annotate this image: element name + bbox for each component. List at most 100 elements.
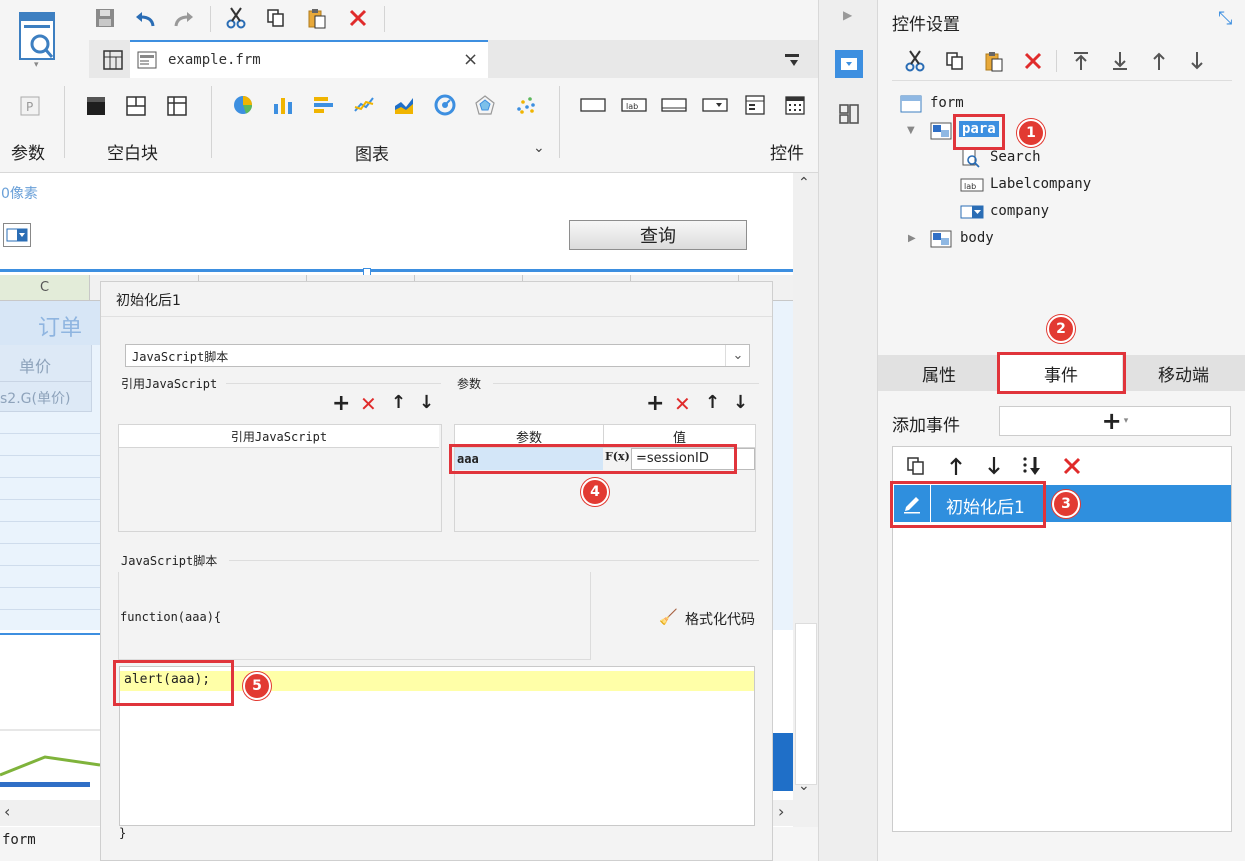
- move-up-icon[interactable]: [1146, 48, 1172, 74]
- redo-icon[interactable]: [172, 6, 196, 30]
- group-label-blank: 空白块: [107, 144, 158, 164]
- textfield-control-icon[interactable]: [660, 92, 688, 118]
- gauge-chart-icon[interactable]: [432, 92, 458, 118]
- move-down-icon[interactable]: [1184, 48, 1210, 74]
- expand-panel-icon[interactable]: ▶: [843, 8, 852, 22]
- ref-js-toolbar: + ✕ ↑ ↓: [329, 391, 439, 417]
- widget-settings-panel: 控件设置 ⤡ form ▼ para Search lab Labelcompa…: [878, 0, 1245, 861]
- add-event-label: 添加事件: [892, 416, 960, 436]
- dock-panel-icon[interactable]: ⤡: [1218, 8, 1232, 29]
- highlight-event-item: [890, 481, 1046, 528]
- tab-example-frm[interactable]: example.frm ×: [130, 40, 488, 78]
- tree-paste-icon[interactable]: [981, 48, 1007, 74]
- tree-cut-icon[interactable]: [902, 48, 928, 74]
- tree-expand-body-icon[interactable]: ▶: [908, 233, 916, 244]
- combo-widget-icon[interactable]: [3, 223, 31, 247]
- ref-js-column-header: 引用JavaScript: [119, 425, 439, 448]
- section-divider-ref: [226, 383, 441, 384]
- chart-more-chevron-icon[interactable]: ⌄: [533, 140, 545, 156]
- button-control-icon[interactable]: [579, 92, 607, 118]
- tree-expand-para-icon[interactable]: ▼: [907, 125, 915, 136]
- function-header-box: function(aaa){: [118, 572, 591, 660]
- tab-menu-icon[interactable]: [778, 48, 806, 72]
- chart-side-bar: [773, 733, 793, 791]
- grid-layout-icon[interactable]: [100, 47, 126, 73]
- form-file-icon: [136, 50, 158, 70]
- dialog-title-bar: 初始化后1: [101, 282, 772, 317]
- app-menu-arrow-icon[interactable]: ▾: [34, 60, 39, 70]
- line-chart-icon[interactable]: [351, 92, 377, 118]
- param-panel-icon[interactable]: P: [18, 94, 42, 118]
- blank-block-absolute-icon[interactable]: [84, 94, 108, 118]
- tab-properties[interactable]: 属性: [878, 355, 1000, 391]
- date-control-icon[interactable]: [781, 92, 809, 118]
- dialog-title: 初始化后1: [116, 293, 181, 309]
- blank-block-grid-icon[interactable]: [165, 94, 189, 118]
- scatter-chart-icon[interactable]: [513, 92, 539, 118]
- tab-properties-label: 属性: [922, 365, 956, 386]
- template-app-icon[interactable]: [16, 8, 60, 66]
- tab-mobile-label: 移动端: [1158, 365, 1209, 386]
- scroll-left-icon[interactable]: ‹: [4, 802, 10, 821]
- widget-settings-icon[interactable]: [835, 50, 863, 78]
- param-up-icon[interactable]: ↑: [705, 392, 720, 413]
- move-bottom-icon[interactable]: [1107, 48, 1133, 74]
- scroll-up-icon[interactable]: ⌃: [798, 175, 810, 191]
- copy-icon[interactable]: [264, 6, 288, 30]
- event-copy-icon[interactable]: [903, 453, 929, 479]
- pie-chart-icon[interactable]: [230, 92, 256, 118]
- ref-js-table: 引用JavaScript: [118, 424, 442, 532]
- closing-brace: }: [119, 826, 127, 840]
- move-top-icon[interactable]: [1068, 48, 1094, 74]
- param-delete-icon[interactable]: ✕: [674, 392, 691, 416]
- save-icon[interactable]: [93, 6, 117, 30]
- close-tab-icon[interactable]: ×: [463, 49, 478, 70]
- combobox-control-icon[interactable]: [701, 92, 729, 118]
- tree-label-search: Search: [990, 149, 1041, 165]
- chart-widget[interactable]: [0, 633, 100, 795]
- event-move-bottom-icon[interactable]: [1019, 453, 1045, 479]
- event-delete-icon[interactable]: [1059, 453, 1085, 479]
- tree-delete-icon[interactable]: [1020, 48, 1046, 74]
- param-add-icon[interactable]: +: [646, 391, 664, 416]
- ref-js-down-icon[interactable]: ↓: [419, 392, 434, 413]
- param-down-icon[interactable]: ↓: [733, 392, 748, 413]
- undo-icon[interactable]: [133, 6, 157, 30]
- column-header-c-label: C: [39, 280, 50, 295]
- highlight-para: [953, 114, 1005, 150]
- event-move-up-icon[interactable]: [943, 453, 969, 479]
- scroll-right-icon[interactable]: ›: [778, 802, 784, 821]
- add-event-dropdown[interactable]: + ▾: [999, 406, 1231, 436]
- form-panel-control-icon[interactable]: [741, 92, 769, 118]
- section-divider-param: [493, 383, 759, 384]
- event-move-down-icon[interactable]: [981, 453, 1007, 479]
- status-bar-text: form: [2, 832, 36, 848]
- paste-icon[interactable]: [305, 6, 329, 30]
- tab-mobile[interactable]: 移动端: [1122, 355, 1245, 391]
- select-chevron-icon[interactable]: ⌄: [725, 345, 750, 366]
- canvas-vertical-scrollbar[interactable]: ⌃ ⌄: [793, 173, 818, 828]
- scroll-down-icon[interactable]: ⌄: [798, 778, 810, 794]
- radar-chart-icon[interactable]: [472, 92, 498, 118]
- scroll-thumb[interactable]: [795, 623, 817, 785]
- column-header-c[interactable]: C: [0, 275, 90, 300]
- ref-js-up-icon[interactable]: ↑: [391, 392, 406, 413]
- script-type-select[interactable]: JavaScript脚本 ⌄: [125, 344, 750, 367]
- horizontal-bar-chart-icon[interactable]: [310, 92, 336, 118]
- component-library-icon[interactable]: [835, 100, 863, 128]
- cut-icon[interactable]: [224, 6, 248, 30]
- blank-block-tab-icon[interactable]: [124, 94, 148, 118]
- tree-copy-icon[interactable]: [942, 48, 968, 74]
- label-control-icon[interactable]: lab: [620, 92, 648, 118]
- pixel-hint: 0像素: [1, 186, 38, 202]
- ref-js-delete-icon[interactable]: ✕: [360, 392, 377, 416]
- bar-chart-icon[interactable]: [270, 92, 296, 118]
- broom-icon: 🧹: [659, 608, 678, 626]
- query-button[interactable]: 查询: [569, 220, 747, 250]
- callout-4: 4: [581, 478, 609, 506]
- body-icon: [930, 229, 952, 249]
- area-chart-icon[interactable]: [391, 92, 417, 118]
- side-strip: ▶: [818, 0, 878, 861]
- delete-icon[interactable]: [346, 6, 370, 30]
- ref-js-add-icon[interactable]: +: [332, 391, 350, 416]
